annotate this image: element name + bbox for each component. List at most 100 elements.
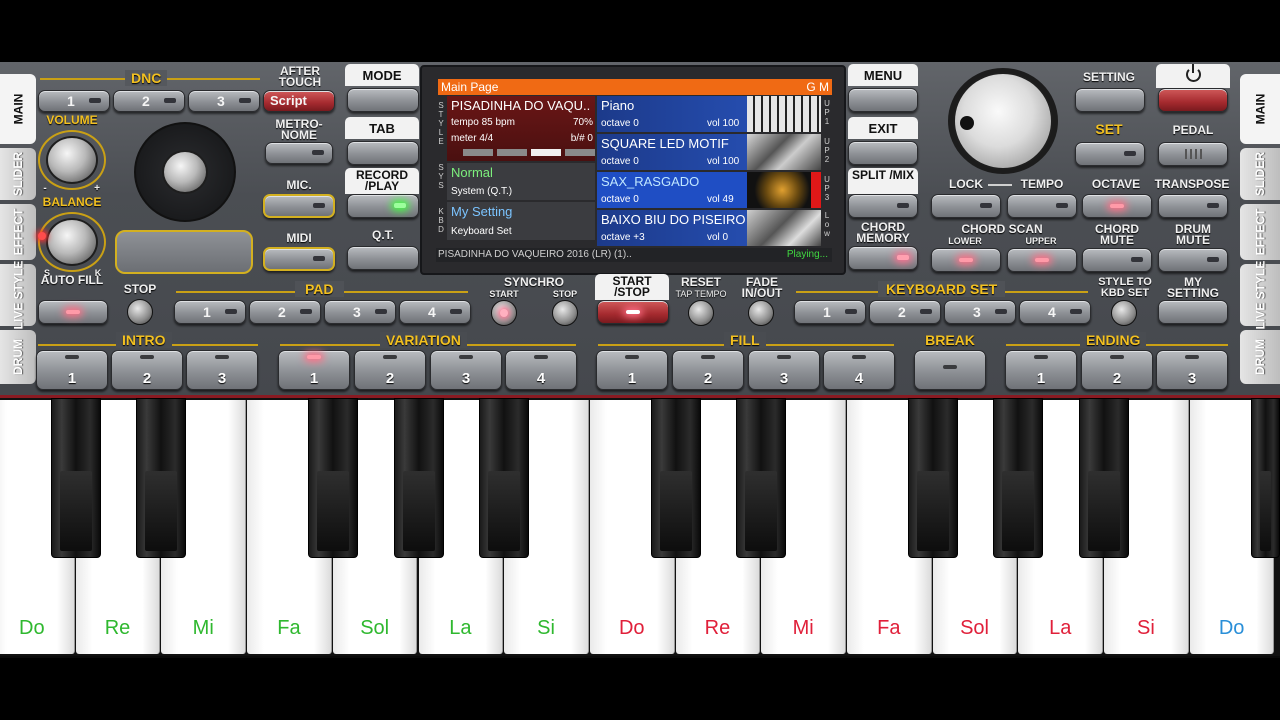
black-key[interactable] — [650, 398, 701, 558]
joystick-knob[interactable] — [162, 150, 208, 194]
variation-button-1[interactable]: 1 — [278, 350, 350, 390]
after-touch-script-button[interactable]: Script — [263, 90, 335, 112]
drum-mute-button[interactable] — [1158, 248, 1228, 272]
variation-button-2[interactable]: 2 — [354, 350, 426, 390]
pad-button-3[interactable]: 3 — [324, 300, 396, 324]
voice-up1[interactable]: Piano octave 0 vol 100 — [597, 96, 821, 132]
chord-memory-button[interactable] — [848, 246, 918, 270]
split-mix-button[interactable] — [848, 194, 918, 218]
start-stop-button[interactable] — [597, 300, 669, 324]
my-setting-button[interactable] — [1158, 300, 1228, 324]
black-key[interactable] — [736, 398, 787, 558]
fill-button-3[interactable]: 3 — [748, 350, 820, 390]
black-key[interactable] — [1079, 398, 1130, 558]
style-cell[interactable]: PISADINHA DO VAQU.. tempo 85 bpm 70% met… — [447, 96, 595, 161]
tab-live-style-right[interactable]: LIVE STYLE — [1240, 261, 1280, 329]
synchro-start-button[interactable] — [491, 300, 517, 326]
menu-label: MENU — [848, 64, 918, 86]
keyboard-set-button-4[interactable]: 4 — [1019, 300, 1091, 324]
variation-button-3[interactable]: 3 — [430, 350, 502, 390]
volume-knob[interactable] — [46, 136, 98, 184]
fill-button-1[interactable]: 1 — [596, 350, 668, 390]
setting-button[interactable] — [1075, 88, 1145, 112]
ending-button-2[interactable]: 2 — [1081, 350, 1153, 390]
intro-button-1[interactable]: 1 — [36, 350, 108, 390]
keyboard-set-button-1[interactable]: 1 — [794, 300, 866, 324]
black-key[interactable] — [907, 398, 958, 558]
ending-label: ENDING — [1080, 332, 1147, 348]
exit-button[interactable] — [848, 141, 918, 165]
pad-stop-button[interactable] — [127, 299, 153, 325]
qt-button[interactable] — [347, 246, 419, 270]
synchro-stop-button[interactable] — [552, 300, 578, 326]
voice-up2[interactable]: SQUARE LED MOTIF octave 0 vol 100 — [597, 134, 821, 170]
keyboard-set-button-3[interactable]: 3 — [944, 300, 1016, 324]
auto-fill-button[interactable] — [38, 300, 108, 324]
tab-main-left[interactable]: MAIN — [0, 74, 36, 144]
dnc-button-3[interactable]: 3 — [188, 90, 260, 112]
dnc-button-2[interactable]: 2 — [113, 90, 185, 112]
pad-button-4[interactable]: 4 — [399, 300, 471, 324]
transpose-button[interactable] — [1158, 194, 1228, 218]
voice-up2-octave: octave 0 — [601, 156, 639, 167]
variation-button-4[interactable]: 4 — [505, 350, 577, 390]
record-play-button[interactable] — [347, 194, 419, 218]
style-to-kbd-button[interactable] — [1111, 300, 1137, 326]
touch-pad[interactable] — [115, 230, 253, 274]
tab-button[interactable] — [347, 141, 419, 165]
octave-button[interactable] — [1082, 194, 1152, 218]
fill-button-4[interactable]: 4 — [823, 350, 895, 390]
power-button[interactable] — [1158, 88, 1228, 112]
menu-button[interactable] — [848, 88, 918, 112]
black-key[interactable] — [50, 398, 101, 558]
tab-main-right[interactable]: MAIN — [1240, 74, 1280, 144]
balance-knob[interactable] — [46, 218, 98, 266]
voice-low[interactable]: BAIXO BIU DO PISEIRO octave +3 vol 0 — [597, 210, 821, 246]
set-button[interactable] — [1075, 142, 1145, 166]
tab-drum-left[interactable]: DRUM — [0, 330, 36, 384]
pedal-button[interactable] — [1158, 142, 1228, 166]
black-key[interactable] — [479, 398, 530, 558]
tab-effect-left[interactable]: EFFECT — [0, 204, 36, 260]
pad-button-2[interactable]: 2 — [249, 300, 321, 324]
metronome-button[interactable] — [265, 142, 333, 164]
black-key[interactable] — [1250, 398, 1280, 558]
dnc-button-1[interactable]: 1 — [38, 90, 110, 112]
tab-drum-right[interactable]: DRUM — [1240, 330, 1280, 384]
tab-slider-right[interactable]: SLIDER — [1240, 148, 1280, 200]
system-mode: Normal — [451, 165, 493, 180]
midi-button[interactable] — [263, 247, 335, 271]
mic-label: MIC. — [286, 178, 312, 192]
mode-button[interactable] — [347, 88, 419, 112]
tab-live-style-left[interactable]: LIVE STYLE — [0, 261, 36, 329]
fill-button-2[interactable]: 2 — [672, 350, 744, 390]
note-label: Do — [19, 617, 45, 639]
tempo-button[interactable] — [1007, 194, 1077, 218]
black-key[interactable] — [993, 398, 1044, 558]
chord-scan-lower-button[interactable] — [931, 248, 1001, 272]
system-cell[interactable]: Normal System (Q.T.) — [447, 163, 595, 200]
reset-button[interactable] — [688, 300, 714, 326]
fade-button[interactable] — [748, 300, 774, 326]
kbd-cell[interactable]: My Setting Keyboard Set — [447, 202, 595, 240]
intro-button-2[interactable]: 2 — [111, 350, 183, 390]
chord-scan-upper-button[interactable] — [1007, 248, 1077, 272]
chord-mute-button[interactable] — [1082, 248, 1152, 272]
style-to-kbd-label: STYLE TO KBD SET — [1098, 276, 1152, 299]
note-label: Do — [618, 617, 645, 639]
black-key[interactable] — [136, 398, 187, 558]
tab-effect-right[interactable]: EFFECT — [1240, 204, 1280, 260]
lock-button[interactable] — [931, 194, 1001, 218]
voice-up3-vol: vol 49 — [707, 194, 734, 205]
intro-button-3[interactable]: 3 — [186, 350, 258, 390]
black-key[interactable] — [307, 398, 358, 558]
pad-button-1[interactable]: 1 — [174, 300, 246, 324]
keyboard-set-button-2[interactable]: 2 — [869, 300, 941, 324]
mic-button[interactable] — [263, 194, 335, 218]
tab-slider-left[interactable]: SLIDER — [0, 148, 36, 200]
voice-up3[interactable]: SAX_RASGADO octave 0 vol 49 — [597, 172, 821, 208]
black-key[interactable] — [393, 398, 444, 558]
ending-button-1[interactable]: 1 — [1005, 350, 1077, 390]
ending-button-3[interactable]: 3 — [1156, 350, 1228, 390]
break-button[interactable] — [914, 350, 986, 390]
